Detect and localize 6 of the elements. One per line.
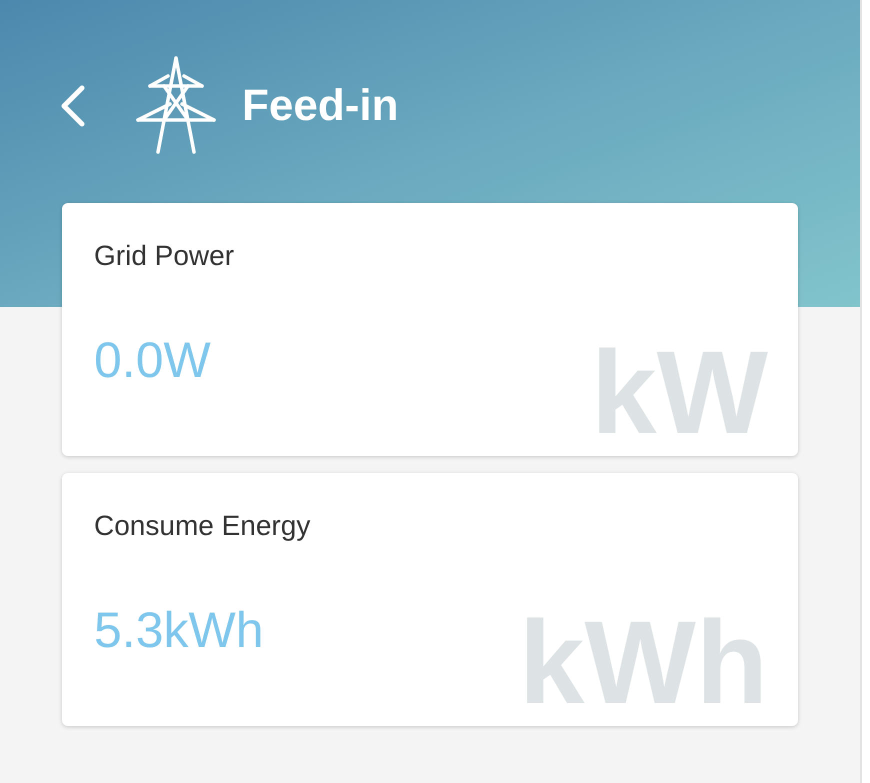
card-value: 0.0W	[94, 335, 212, 385]
page-title: Feed-in	[242, 84, 398, 128]
card-value: 5.3kWh	[94, 605, 265, 655]
power-pylon-icon	[134, 56, 218, 156]
card-label: Consume Energy	[94, 509, 312, 543]
card-label: Grid Power	[94, 239, 236, 273]
